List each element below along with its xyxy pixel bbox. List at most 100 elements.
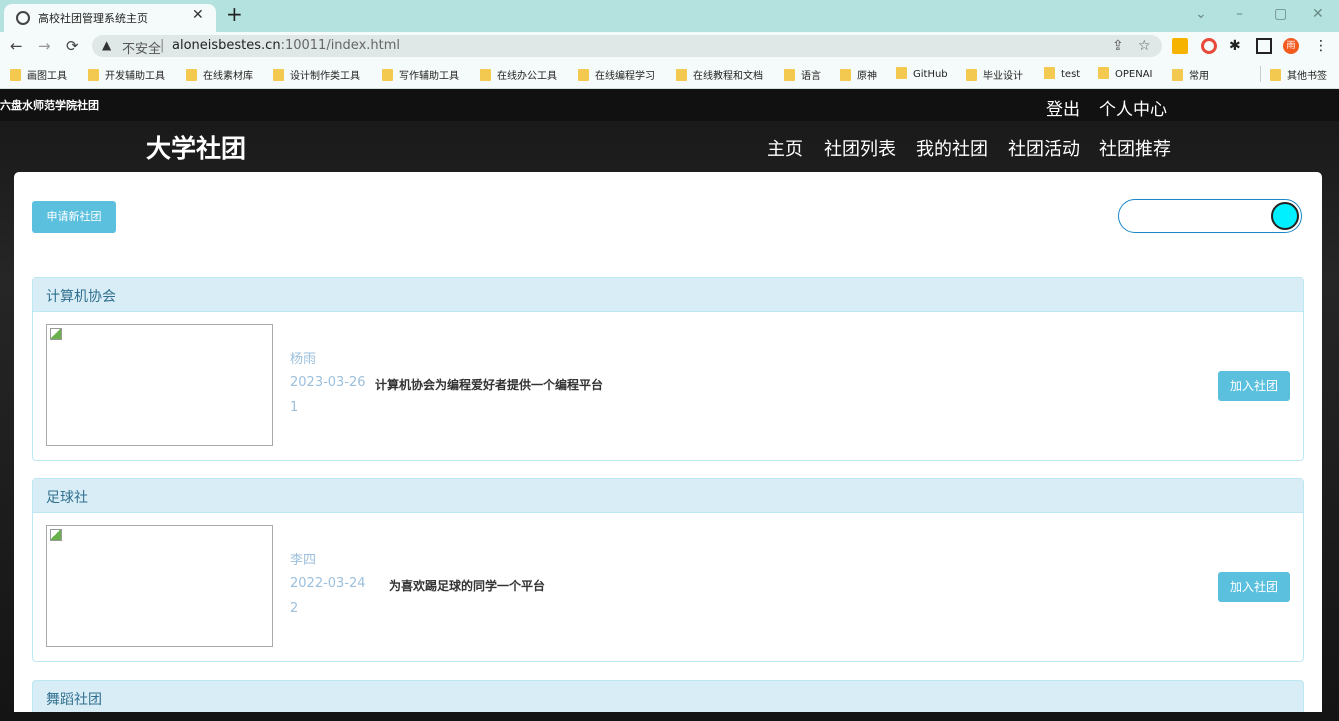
extension-circle-icon[interactable] (1201, 38, 1217, 54)
theme-toggle[interactable] (1118, 199, 1302, 233)
club-date: 2023-03-26 (290, 375, 366, 390)
folder-icon (840, 69, 851, 81)
bookmark-label: 画图工具 (27, 71, 67, 82)
reload-icon[interactable]: ⟳ (66, 37, 79, 55)
bookmark-item[interactable]: 在线办公工具 (480, 67, 557, 82)
bookmark-item[interactable]: 在线教程和文档 (676, 67, 763, 82)
apply-new-club-button[interactable]: 申请新社团 (32, 201, 116, 233)
site-brand[interactable]: 大学社团 (146, 129, 246, 165)
logout-link[interactable]: 登出 (1046, 95, 1080, 120)
bookmark-item[interactable]: 设计制作类工具 (273, 67, 360, 82)
bookmark-item[interactable]: 常用 (1172, 67, 1209, 82)
close-tab-icon[interactable]: ✕ (192, 7, 204, 23)
star-icon[interactable]: ☆ (1138, 38, 1151, 54)
share-icon[interactable]: ⇪ (1112, 38, 1124, 54)
extension-folder-icon[interactable] (1172, 38, 1188, 54)
bookmark-label: test (1061, 69, 1081, 80)
toggle-knob (1271, 202, 1299, 230)
top-strip: 六盘水师范学院社团 登出 个人中心 (0, 89, 1339, 121)
page-viewport: 六盘水师范学院社团 登出 个人中心 大学社团 主页 社团列表 我的社团 社团活动… (0, 89, 1339, 721)
folder-icon (1098, 67, 1109, 79)
browser-tab[interactable]: 高校社团管理系统主页 ✕ (4, 4, 216, 32)
folder-icon (784, 69, 795, 81)
url-separator: | (160, 38, 165, 53)
close-window-icon[interactable]: ✕ (1312, 6, 1324, 22)
club-card-header: 足球社 (33, 479, 1303, 513)
side-panel-icon[interactable] (1256, 38, 1272, 54)
folder-icon (578, 69, 589, 81)
folder-icon (966, 69, 977, 81)
broken-image-icon (50, 328, 62, 340)
bookmark-item[interactable]: 开发辅助工具 (88, 67, 165, 82)
bookmark-label: 原神 (857, 71, 877, 82)
address-bar-row: ← → ⟳ ▲ 不安全 | aloneisbestes.cn:10011/ind… (0, 32, 1339, 60)
nav-club-recommend[interactable]: 社团推荐 (1099, 135, 1171, 161)
folder-icon (273, 69, 284, 81)
bookmark-label: 其他书签 (1287, 71, 1327, 82)
bookmark-label: 在线编程学习 (595, 71, 655, 82)
url-text: aloneisbestes.cn:10011/index.html (172, 38, 400, 53)
club-card: 足球社 李四 2022-03-24 2 为喜欢踢足球的同学一个平台 加入社团 (32, 478, 1304, 662)
url-security-label: 不安全 (122, 42, 162, 57)
folder-icon (1270, 69, 1281, 81)
url-input[interactable]: ▲ 不安全 | aloneisbestes.cn:10011/index.htm… (92, 35, 1162, 57)
nav-club-activities[interactable]: 社团活动 (1008, 135, 1080, 161)
bookmarks-bar: 画图工具 开发辅助工具 在线素材库 设计制作类工具 写作辅助工具 在线办公工具 … (0, 60, 1339, 89)
join-club-button[interactable]: 加入社团 (1218, 572, 1290, 602)
club-member-count: 1 (290, 400, 299, 415)
bookmark-item[interactable]: 毕业设计 (966, 67, 1023, 82)
nav-home[interactable]: 主页 (767, 135, 803, 161)
nav-club-list[interactable]: 社团列表 (824, 135, 896, 161)
bookmark-item[interactable]: GitHub (896, 67, 948, 80)
puzzle-icon[interactable]: ✱ (1229, 38, 1245, 54)
join-club-button[interactable]: 加入社团 (1218, 371, 1290, 401)
club-name[interactable]: 舞蹈社团 (46, 689, 102, 709)
nav-my-clubs[interactable]: 我的社团 (916, 135, 988, 161)
url-host: aloneisbestes.cn (172, 38, 281, 53)
club-name[interactable]: 计算机协会 (46, 286, 116, 306)
broken-image-icon (50, 529, 62, 541)
bookmark-item[interactable]: 在线编程学习 (578, 67, 655, 82)
more-menu-icon[interactable]: ⋮ (1314, 38, 1330, 54)
folder-icon (10, 69, 21, 81)
globe-icon (16, 11, 30, 25)
club-name[interactable]: 足球社 (46, 487, 88, 507)
bookmark-item[interactable]: 画图工具 (10, 67, 67, 82)
club-description: 为喜欢踢足球的同学一个平台 (389, 579, 546, 593)
warning-icon: ▲ (102, 38, 112, 52)
bookmark-label: OPENAI (1115, 69, 1153, 80)
bookmark-label: 常用 (1189, 71, 1209, 82)
profile-link[interactable]: 个人中心 (1099, 95, 1167, 120)
forward-icon[interactable]: → (38, 37, 51, 55)
bookmark-item-other[interactable]: 其他书签 (1270, 67, 1327, 82)
bookmark-item[interactable]: test (1044, 67, 1080, 80)
folder-icon (896, 67, 907, 79)
bookmark-item[interactable]: 在线素材库 (186, 67, 253, 82)
profile-avatar[interactable]: 雨 (1283, 38, 1299, 54)
bookmark-item[interactable]: OPENAI (1098, 67, 1153, 80)
url-path: :10011/index.html (280, 38, 401, 53)
bookmark-item[interactable]: 语言 (784, 67, 821, 82)
club-card-header: 舞蹈社团 (32, 680, 1304, 712)
folder-icon (186, 69, 197, 81)
bookmark-item[interactable]: 原神 (840, 67, 877, 82)
back-icon[interactable]: ← (10, 37, 23, 55)
folder-icon (88, 69, 99, 81)
bookmark-item[interactable]: 写作辅助工具 (382, 67, 459, 82)
club-leader: 杨雨 (290, 352, 317, 367)
folder-icon (1044, 67, 1055, 79)
bookmark-label: 毕业设计 (983, 71, 1023, 82)
new-tab-icon[interactable]: + (226, 2, 243, 26)
bookmark-label: 写作辅助工具 (399, 71, 459, 82)
minimize-icon[interactable]: – (1236, 6, 1243, 22)
bookmark-label: 开发辅助工具 (105, 71, 165, 82)
club-leader: 李四 (290, 553, 317, 568)
maximize-icon[interactable]: ▢ (1274, 6, 1287, 22)
bookmark-divider (1260, 66, 1261, 82)
tab-title: 高校社团管理系统主页 (38, 12, 148, 25)
bookmark-label: 在线办公工具 (497, 71, 557, 82)
bookmark-label: 在线素材库 (203, 71, 253, 82)
tab-search-icon[interactable]: ⌄ (1195, 6, 1207, 22)
club-member-count: 2 (290, 601, 299, 616)
content-panel: 申请新社团 计算机协会 杨雨 2023-03-26 1 计算机协会为编程爱好者提… (14, 172, 1322, 712)
